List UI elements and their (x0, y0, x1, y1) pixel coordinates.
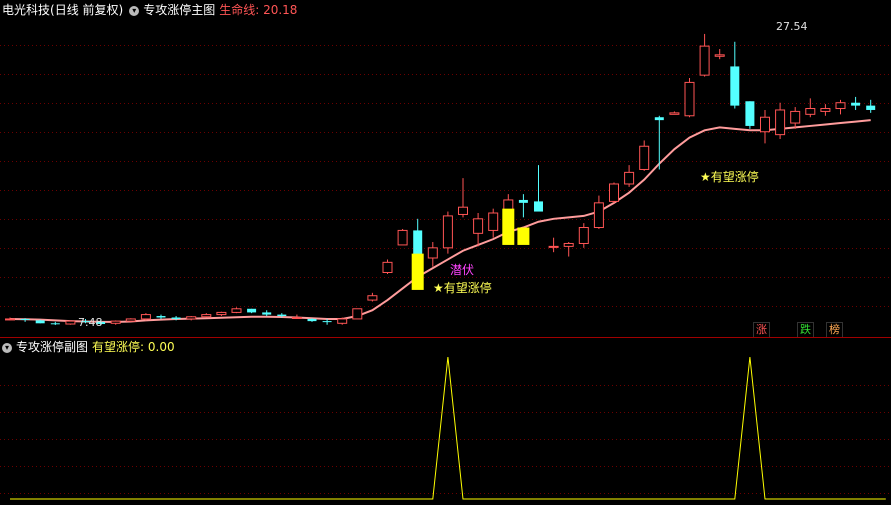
candle[interactable] (458, 178, 468, 218)
candle[interactable] (427, 242, 438, 267)
candle[interactable] (247, 308, 257, 314)
candle[interactable] (609, 182, 619, 203)
candle[interactable] (382, 259, 393, 274)
sub-indicator-chart[interactable] (0, 337, 891, 505)
candle[interactable] (110, 320, 121, 325)
signal-bar (502, 208, 515, 245)
period-label: (日线 前复权) (50, 3, 124, 17)
candle[interactable] (367, 292, 378, 302)
candle[interactable] (216, 311, 227, 317)
candle[interactable] (684, 78, 695, 118)
candle[interactable] (156, 314, 166, 319)
high-price-label: 27.54 (776, 20, 808, 33)
candle[interactable] (397, 228, 408, 246)
candle[interactable] (534, 165, 543, 212)
candle[interactable] (413, 218, 423, 258)
signal-bar (517, 227, 530, 245)
candle[interactable] (790, 107, 801, 129)
candle[interactable] (442, 211, 453, 254)
candle[interactable] (578, 223, 589, 248)
chevron-down-circle-icon[interactable]: ▾ (129, 5, 140, 16)
candle[interactable] (186, 316, 197, 321)
candle[interactable] (851, 96, 861, 110)
main-chart-header: 电光科技(日线 前复权) ▾ 专攻涨停主图 生命线: 20.18 (2, 2, 301, 18)
candle[interactable] (140, 313, 151, 321)
candle[interactable] (866, 99, 876, 113)
candle[interactable] (201, 313, 212, 318)
hope-limit-up-label-1: ★有望涨停 (433, 280, 492, 295)
candle[interactable] (5, 317, 15, 321)
candle[interactable] (624, 165, 635, 187)
candle[interactable] (835, 99, 846, 115)
hope-limit-up-value: 有望涨停: 0.00 (92, 340, 175, 354)
main-indicator-name[interactable]: 专攻涨停主图 (143, 3, 215, 17)
candle[interactable] (231, 307, 242, 314)
candle[interactable] (65, 320, 76, 325)
ambush-label: 潜伏 (450, 263, 474, 277)
stock-name: 电光科技 (2, 3, 51, 17)
chevron-down-circle-icon[interactable]: ▾ (2, 342, 12, 353)
signal-bar (411, 253, 424, 290)
rank-list-tag[interactable]: 榜 (826, 322, 843, 338)
fall-rank-tag[interactable]: 跌 (797, 322, 814, 338)
candle[interactable] (337, 317, 348, 325)
candle[interactable] (745, 101, 755, 129)
low-price-label: 7.48 (78, 316, 103, 329)
candle[interactable] (669, 111, 680, 115)
candle[interactable] (730, 41, 740, 109)
candle[interactable] (593, 195, 604, 229)
candle[interactable] (352, 308, 363, 320)
candle[interactable] (518, 194, 528, 218)
candle[interactable] (639, 140, 650, 171)
lifeline-value: 生命线: 20.18 (219, 3, 298, 17)
candle[interactable] (125, 318, 136, 322)
candle[interactable] (699, 33, 710, 77)
candle[interactable] (473, 213, 484, 247)
candle[interactable] (805, 98, 816, 118)
candle[interactable] (548, 237, 559, 253)
hope-limit-up-signal-line (10, 356, 886, 500)
rise-rank-tag[interactable]: 涨 (753, 322, 770, 338)
candle[interactable] (760, 109, 770, 144)
candle[interactable] (714, 49, 725, 60)
candle[interactable] (820, 104, 831, 116)
candle[interactable] (488, 208, 499, 238)
candle[interactable] (50, 321, 60, 326)
sub-indicator-name[interactable]: 专攻涨停副图 (16, 340, 88, 354)
sub-chart-header: ▾ 专攻涨停副图 有望涨停: 0.00 (2, 339, 179, 355)
hope-limit-up-label-2: ★有望涨停 (700, 169, 759, 184)
candle[interactable] (775, 102, 786, 139)
candle[interactable] (563, 242, 574, 257)
main-kline-chart[interactable]: 27.54 7.48 ★有望涨停 ★有望涨停 潜伏 (0, 0, 891, 337)
candle[interactable] (262, 310, 272, 317)
